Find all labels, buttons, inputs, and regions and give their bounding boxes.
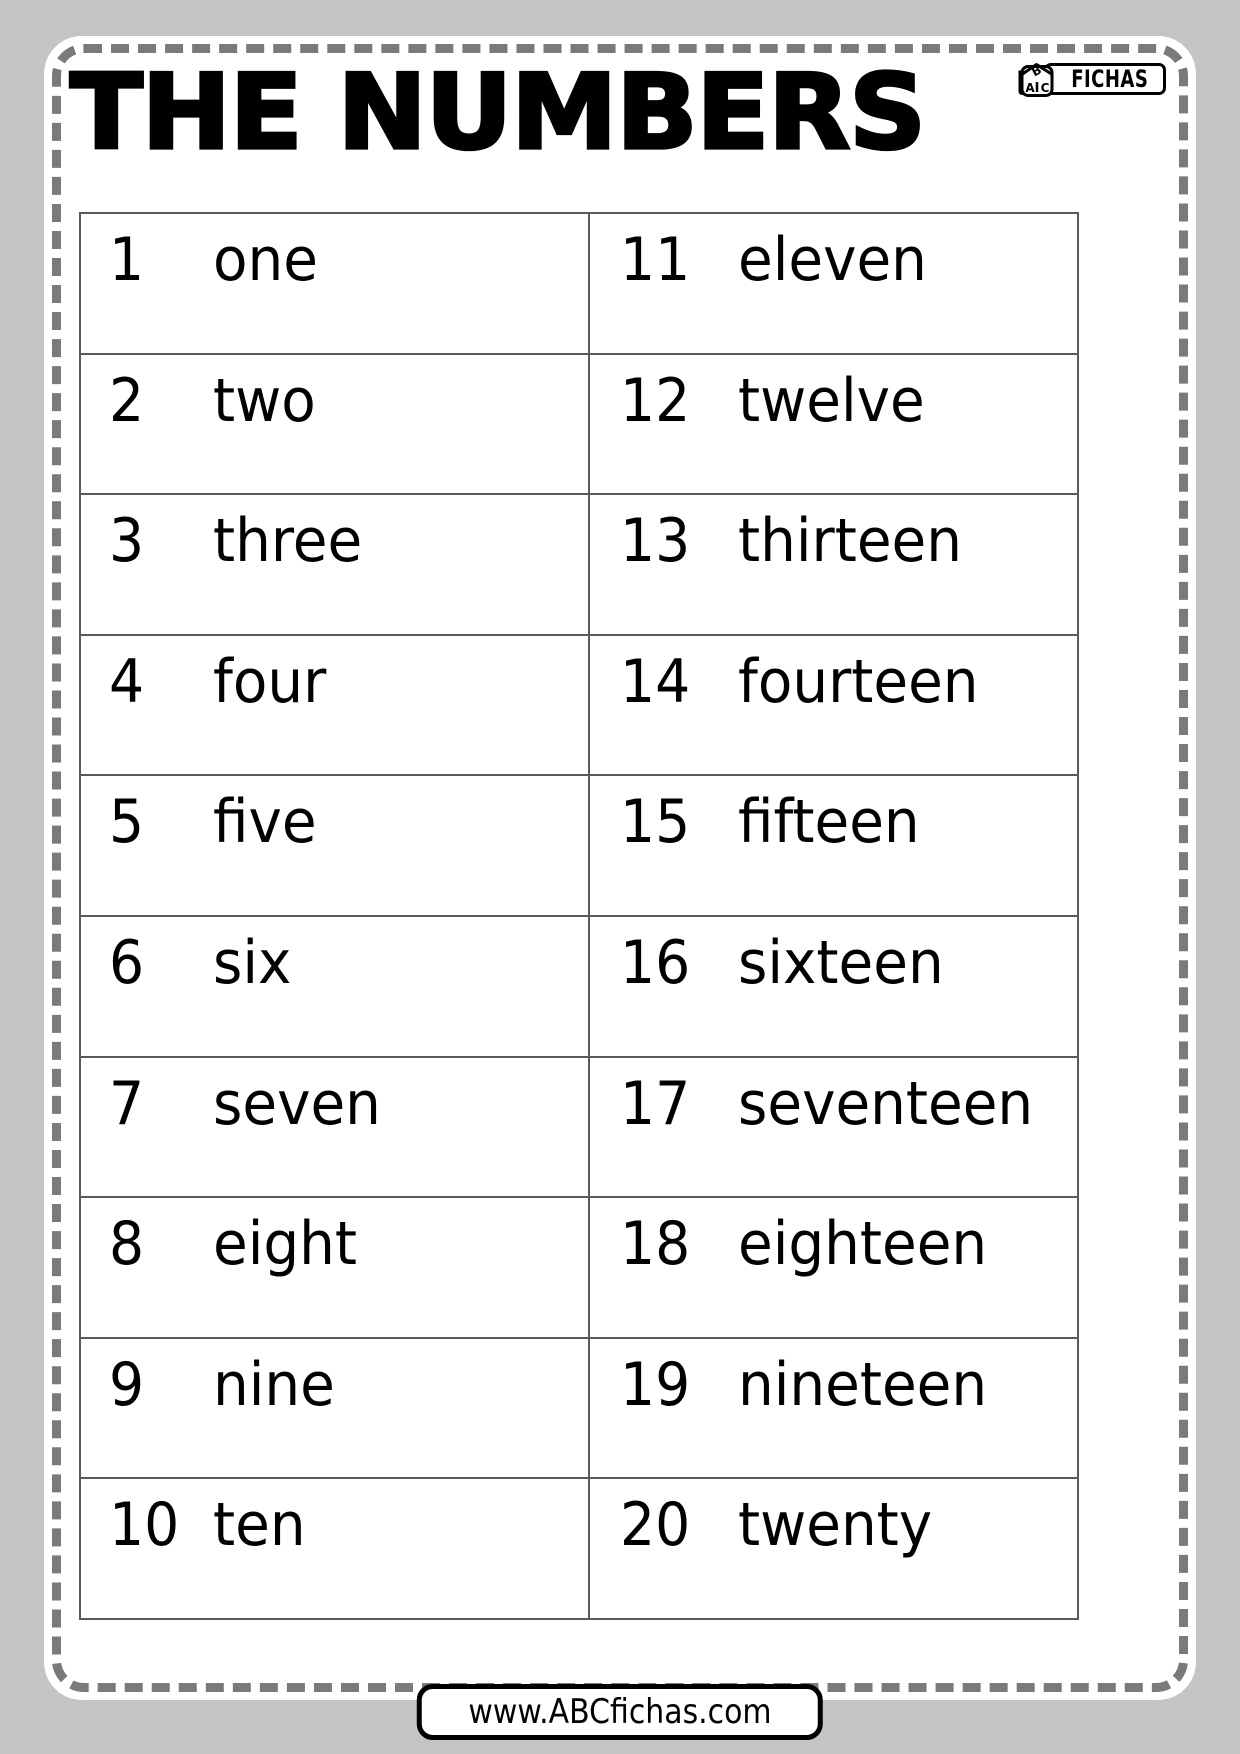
number-cell-8: 8 eight [81, 1198, 590, 1337]
number-digit: 7 [109, 1068, 145, 1139]
number-digit: 9 [109, 1349, 145, 1420]
number-cell-10: 10 ten [81, 1479, 590, 1618]
number-digit: 2 [109, 365, 145, 436]
number-word: sixteen [738, 927, 944, 998]
number-cell-3: 3 three [81, 495, 590, 634]
footer-url-badge[interactable]: www.ABCfichas.com [416, 1684, 824, 1740]
table-row: 10 ten 20 twenty [81, 1479, 1077, 1618]
number-cell-2: 2 two [81, 354, 590, 494]
numbers-table: 1 one 11 eleven 2 two 12 twelve 3 three [79, 212, 1079, 1620]
number-cell-6: 6 six [81, 916, 590, 1056]
number-word: ten [213, 1490, 306, 1561]
number-digit: 6 [109, 927, 145, 998]
number-cell-11: 11 eleven [590, 214, 1077, 353]
footer-url-text: www.ABCfichas.com [468, 1692, 772, 1732]
number-word: eighteen [738, 1209, 988, 1280]
number-digit: 5 [109, 787, 145, 858]
number-word: eight [213, 1209, 358, 1280]
number-cell-13: 13 thirteen [590, 495, 1077, 634]
number-digit: 11 [620, 225, 691, 295]
number-digit: 17 [620, 1068, 691, 1139]
number-cell-9: 9 nine [81, 1338, 590, 1478]
number-digit: 12 [620, 365, 691, 436]
number-digit: 16 [620, 927, 691, 998]
table-row: 2 two 12 twelve [81, 354, 1077, 496]
brand-name-box: FICHAS [1044, 63, 1166, 95]
number-digit: 18 [620, 1209, 691, 1280]
number-word: four [213, 646, 327, 717]
number-word: nineteen [738, 1349, 988, 1420]
table-row: 9 nine 19 nineteen [81, 1338, 1077, 1480]
number-word: eleven [738, 225, 927, 295]
number-cell-19: 19 nineteen [590, 1339, 1077, 1478]
number-cell-14: 14 fourteen [590, 636, 1077, 775]
number-word: three [213, 506, 363, 577]
brand-name: FICHAS [1071, 64, 1149, 93]
number-word: seventeen [738, 1068, 1034, 1139]
number-digit: 10 [109, 1490, 180, 1561]
number-word: nine [213, 1349, 335, 1420]
number-digit: 3 [109, 506, 145, 577]
number-cell-15: 15 fifteen [590, 776, 1077, 915]
svg-text:A: A [1026, 81, 1036, 95]
number-word: fifteen [738, 787, 920, 858]
number-word: twenty [738, 1490, 933, 1561]
table-row: 5 five 15 fifteen [81, 776, 1077, 917]
table-row: 8 eight 18 eighteen [81, 1198, 1077, 1339]
worksheet-sheet: THE NUMBERS B A C FICHAS 1 one 11 eleven… [44, 36, 1196, 1700]
table-row: 1 one 11 eleven [81, 214, 1077, 355]
number-cell-5: 5 five [81, 776, 590, 915]
number-word: one [213, 225, 318, 295]
table-row: 4 four 14 fourteen [81, 635, 1077, 777]
number-cell-12: 12 twelve [590, 355, 1077, 494]
number-cell-16: 16 sixteen [590, 917, 1077, 1056]
number-cell-18: 18 eighteen [590, 1198, 1077, 1337]
page-title: THE NUMBERS [68, 53, 928, 173]
number-digit: 13 [620, 506, 691, 577]
number-digit: 20 [620, 1490, 691, 1561]
number-word: six [213, 927, 292, 998]
number-word: two [213, 365, 316, 436]
number-digit: 8 [109, 1209, 145, 1280]
number-cell-20: 20 twenty [590, 1479, 1077, 1618]
number-word: five [213, 787, 317, 858]
brand-logo: B A C FICHAS [1014, 58, 1166, 100]
number-word: thirteen [738, 506, 962, 577]
number-cell-17: 17 seventeen [590, 1058, 1077, 1197]
table-row: 7 seven 17 seventeen [81, 1057, 1077, 1199]
table-row: 3 three 13 thirteen [81, 495, 1077, 636]
svg-text:C: C [1041, 81, 1050, 95]
abc-cube-icon: B A C [1014, 58, 1058, 100]
number-word: fourteen [738, 646, 979, 717]
number-word: twelve [738, 365, 925, 436]
number-cell-4: 4 four [81, 635, 590, 775]
number-digit: 4 [109, 646, 145, 717]
number-cell-7: 7 seven [81, 1057, 590, 1197]
number-digit: 14 [620, 646, 691, 717]
worksheet-header: THE NUMBERS B A C FICHAS [44, 36, 1196, 196]
number-digit: 1 [109, 225, 145, 295]
table-row: 6 six 16 sixteen [81, 916, 1077, 1058]
number-cell-1: 1 one [81, 214, 590, 353]
number-digit: 19 [620, 1349, 691, 1420]
number-word: seven [213, 1068, 381, 1139]
number-digit: 15 [620, 787, 691, 858]
